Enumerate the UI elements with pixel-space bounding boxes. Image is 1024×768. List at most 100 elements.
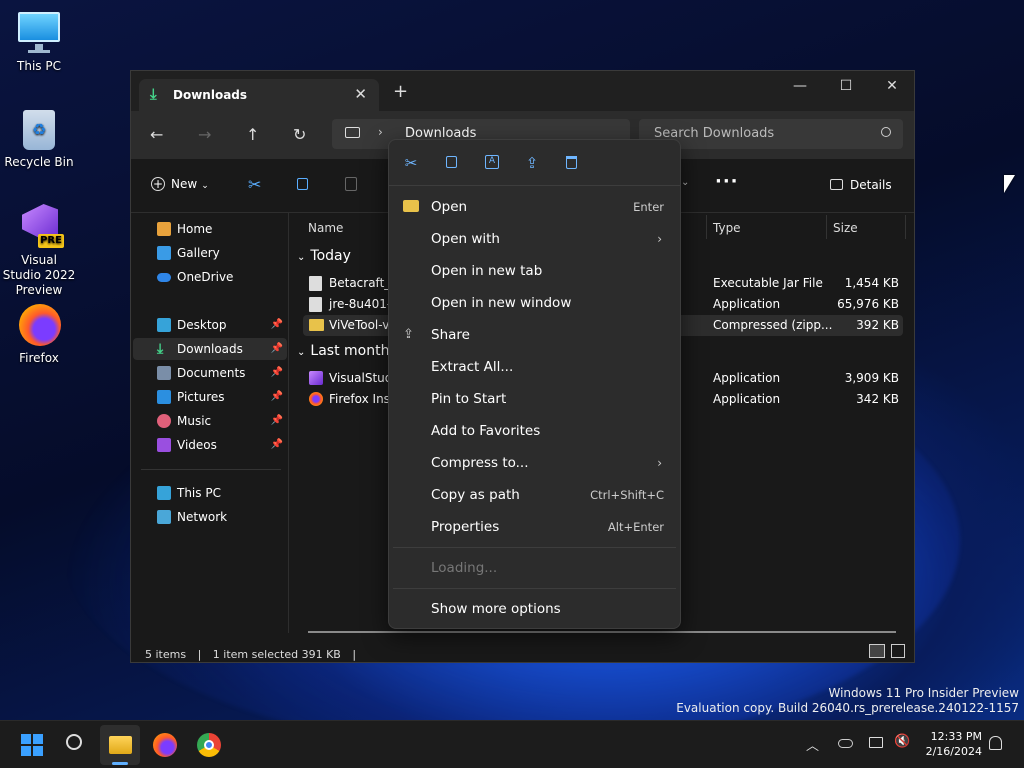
paste-icon[interactable] <box>345 177 357 191</box>
notification-bell-icon[interactable] <box>989 736 1002 750</box>
monitor-icon <box>345 127 360 138</box>
menu-item-open-in-new-window[interactable]: Open in new window <box>389 288 680 318</box>
details-view-icon[interactable] <box>869 644 885 658</box>
sidebar-item-desktop[interactable]: Desktop 📌 <box>133 314 287 336</box>
pin-icon[interactable]: 📌 <box>271 314 283 336</box>
menu-item-pin-to-start[interactable]: Pin to Start <box>389 384 680 414</box>
recycle-bin-icon: ♻ <box>16 106 62 152</box>
close-tab-icon[interactable]: ✕ <box>354 85 367 103</box>
menu-item-extract-all[interactable]: Extract All... <box>389 352 680 382</box>
sidebar-item-label: OneDrive <box>177 270 234 284</box>
taskbar-firefox-icon[interactable] <box>153 733 177 757</box>
menu-item-label: Properties <box>431 519 500 535</box>
plus-circle-icon: + <box>151 177 165 191</box>
music-icon <box>157 414 171 428</box>
column-header-type[interactable]: Type <box>713 221 741 235</box>
desktop-icon-firefox[interactable]: Firefox <box>1 302 77 366</box>
sidebar-item-network[interactable]: Network <box>133 506 287 528</box>
tab-downloads[interactable]: ⤓ Downloads ✕ <box>139 79 379 111</box>
sidebar-item-gallery[interactable]: Gallery <box>133 242 287 264</box>
menu-item-loading: Loading... <box>389 553 680 583</box>
sidebar-item-label: This PC <box>177 486 221 500</box>
delete-icon[interactable] <box>563 154 581 172</box>
cut-icon[interactable]: ✂ <box>248 175 261 194</box>
menu-item-share[interactable]: ⇪ Share <box>389 320 680 350</box>
network-icon[interactable] <box>869 737 883 748</box>
close-button[interactable]: ✕ <box>869 71 915 101</box>
pin-icon[interactable]: 📌 <box>271 362 283 384</box>
menu-item-copy-as-path[interactable]: Copy as path Ctrl+Shift+C <box>389 480 680 510</box>
cloud-off-icon[interactable] <box>838 739 853 748</box>
menu-item-add-to-favorites[interactable]: Add to Favorites <box>389 416 680 446</box>
cloud-icon <box>157 273 171 282</box>
jar-file-icon <box>309 276 322 291</box>
forward-arrow-icon[interactable]: → <box>198 125 211 144</box>
monitor-icon <box>157 486 171 500</box>
rename-icon[interactable]: A <box>483 154 501 172</box>
minimize-button[interactable]: — <box>777 71 823 101</box>
sidebar-item-downloads[interactable]: ⤓ Downloads 📌 <box>133 338 287 360</box>
sidebar-item-label: Music <box>177 414 212 428</box>
sidebar-item-label: Videos <box>177 438 217 452</box>
menu-item-label: Extract All... <box>431 359 514 375</box>
more-options-icon[interactable]: ··· <box>715 171 739 192</box>
home-icon <box>157 222 171 236</box>
taskbar-file-explorer[interactable] <box>100 725 140 765</box>
sidebar-item-documents[interactable]: Documents 📌 <box>133 362 287 384</box>
menu-item-open[interactable]: Open Enter <box>389 192 680 222</box>
file-type: Application <box>713 392 781 406</box>
sidebar-item-music[interactable]: Music 📌 <box>133 410 287 432</box>
cut-icon[interactable]: ✂ <box>402 154 420 172</box>
pin-icon[interactable]: 📌 <box>271 434 283 456</box>
active-indicator <box>112 762 128 765</box>
chevron-right-icon: › <box>657 456 662 470</box>
menu-separator <box>393 547 676 548</box>
start-button[interactable] <box>21 734 43 756</box>
details-button[interactable]: Details <box>830 178 892 192</box>
menu-item-properties[interactable]: Properties Alt+Enter <box>389 512 680 542</box>
share-icon[interactable]: ⇪ <box>523 154 541 172</box>
volume-muted-icon[interactable]: 🔇 <box>894 734 910 749</box>
pin-icon[interactable]: 📌 <box>271 410 283 432</box>
copy-icon[interactable] <box>443 154 461 172</box>
pin-icon[interactable]: 📌 <box>271 338 283 360</box>
search-icon[interactable] <box>66 734 82 750</box>
file-type: Compressed (zipp... <box>713 318 833 332</box>
group-header-today[interactable]: ⌄ Today <box>297 248 351 264</box>
desktop-icon-recycle-bin[interactable]: ♻ Recycle Bin <box>1 106 77 170</box>
menu-separator <box>393 588 676 589</box>
maximize-button[interactable]: ☐ <box>823 71 869 101</box>
sidebar-item-videos[interactable]: Videos 📌 <box>133 434 287 456</box>
clock[interactable]: 12:33 PM 2/16/2024 <box>920 729 982 759</box>
tiles-view-icon[interactable] <box>891 644 905 658</box>
group-header-last-month[interactable]: ⌄ Last month <box>297 343 389 359</box>
column-header-size[interactable]: Size <box>833 221 858 235</box>
refresh-icon[interactable]: ↻ <box>293 125 306 144</box>
menu-item-open-with[interactable]: Open with › <box>389 224 680 254</box>
pin-icon[interactable]: 📌 <box>271 386 283 408</box>
column-header-name[interactable]: Name <box>308 221 343 235</box>
new-button[interactable]: + New ⌄ <box>151 177 209 191</box>
desktop-icon-visual-studio[interactable]: PRE Visual Studio 2022 Preview <box>1 204 77 298</box>
menu-item-shortcut: Ctrl+Shift+C <box>590 488 664 502</box>
sidebar-item-home[interactable]: Home <box>133 218 287 240</box>
menu-item-show-more-options[interactable]: Show more options <box>389 594 680 624</box>
taskbar: ︿ 🔇 12:33 PM 2/16/2024 <box>0 720 1024 768</box>
back-arrow-icon[interactable]: ← <box>150 125 163 144</box>
new-tab-button[interactable]: + <box>393 83 408 101</box>
java-installer-icon <box>309 297 322 312</box>
menu-item-compress-to[interactable]: Compress to... › <box>389 448 680 478</box>
menu-item-open-in-new-tab[interactable]: Open in new tab <box>389 256 680 286</box>
up-arrow-icon[interactable]: ↑ <box>246 125 259 144</box>
chevron-up-icon[interactable]: ︿ <box>806 735 819 754</box>
desktop-icon-label: Firefox <box>19 351 59 365</box>
sidebar-item-this-pc[interactable]: This PC <box>133 482 287 504</box>
taskbar-chrome-icon[interactable] <box>197 733 221 757</box>
horizontal-scrollbar[interactable] <box>308 631 896 633</box>
menu-item-label: Add to Favorites <box>431 423 541 439</box>
desktop-icon-this-pc[interactable]: This PC <box>1 10 77 74</box>
file-size: 1,454 KB <box>844 276 899 290</box>
copy-icon[interactable] <box>297 178 308 190</box>
sidebar-item-onedrive[interactable]: OneDrive <box>133 266 287 288</box>
sidebar-item-pictures[interactable]: Pictures 📌 <box>133 386 287 408</box>
